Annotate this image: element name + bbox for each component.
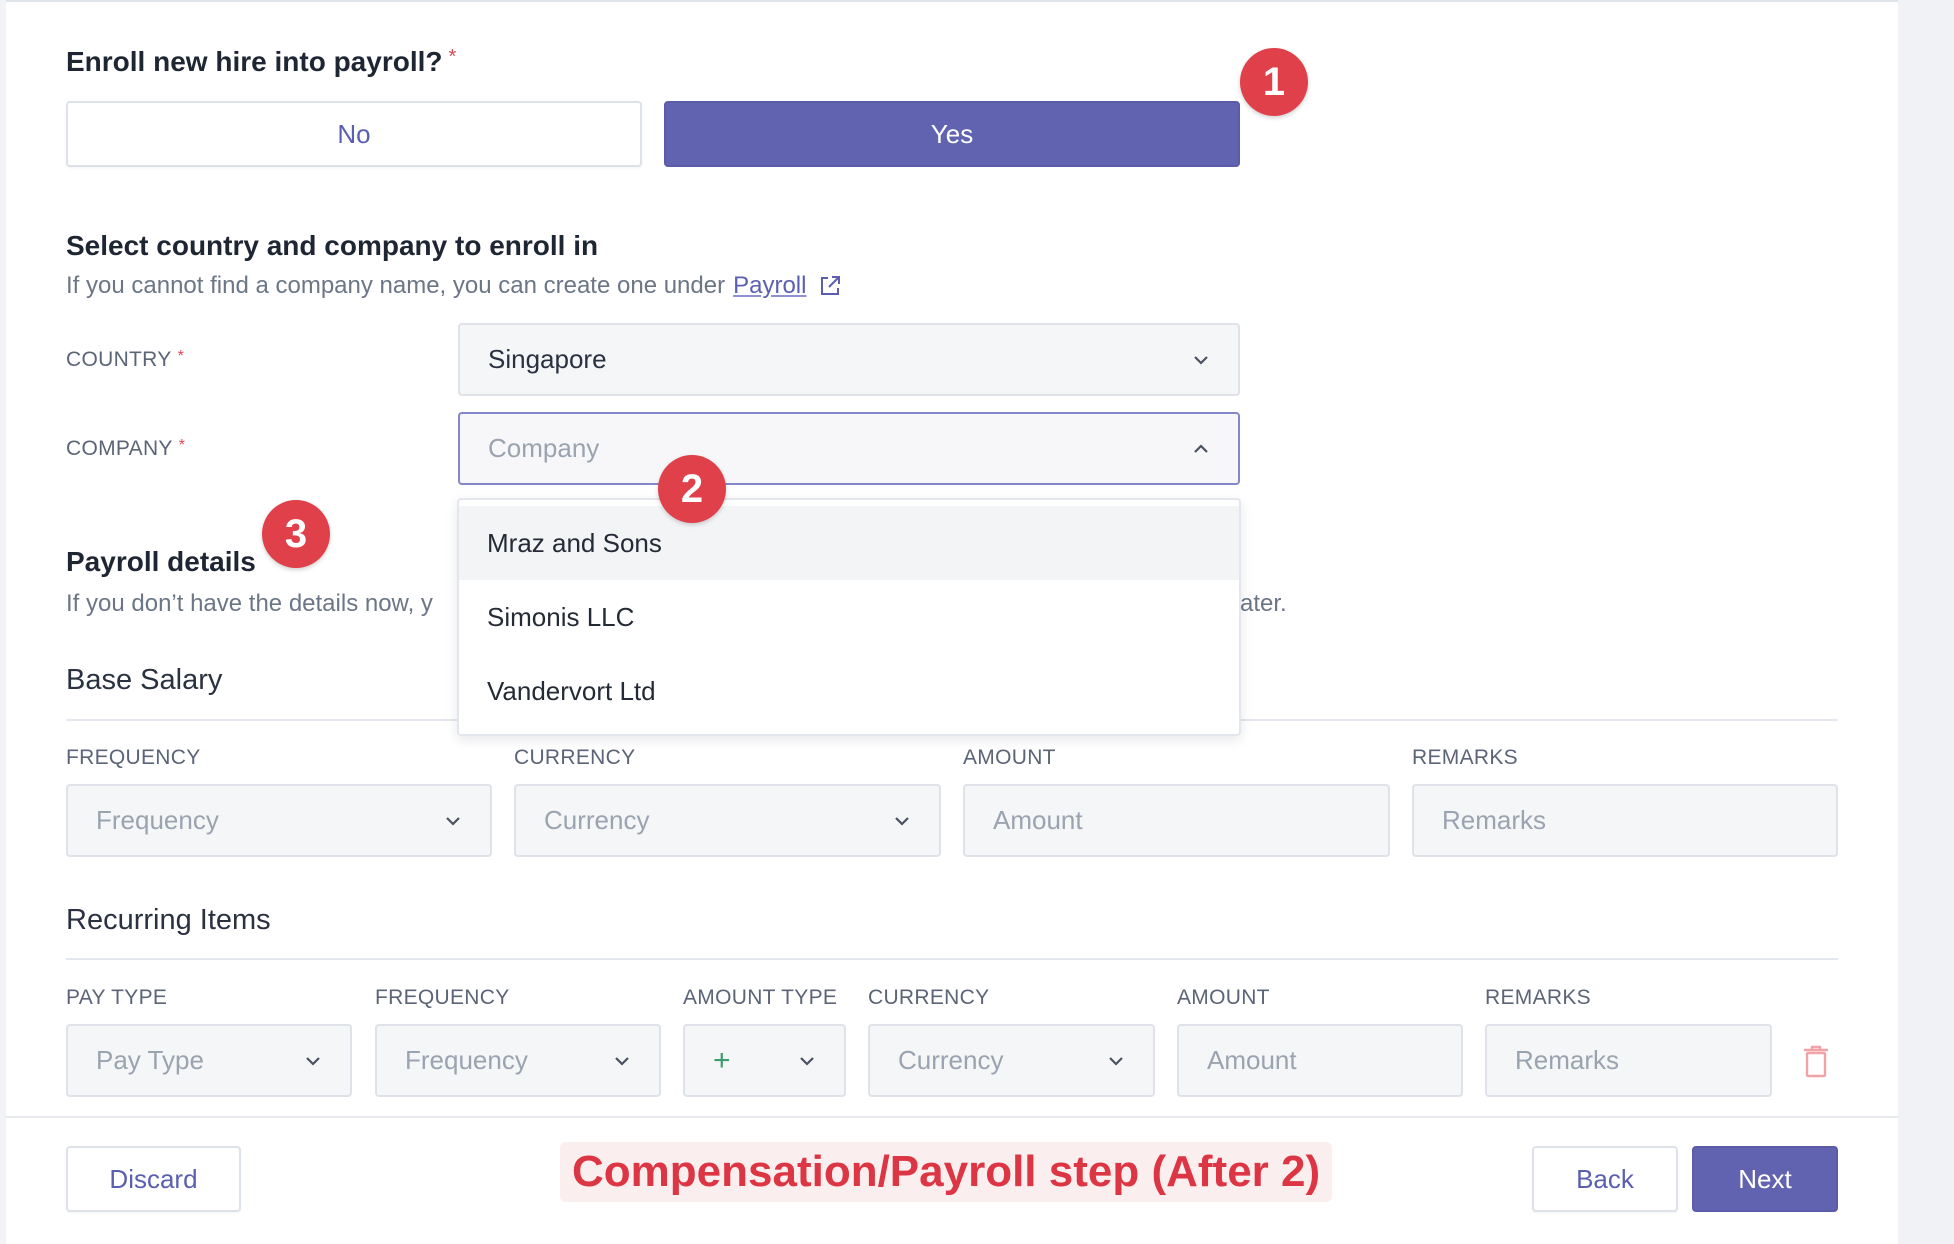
recurring-frequency-select[interactable]: Frequency (375, 1024, 661, 1097)
discard-label: Discard (109, 1163, 198, 1194)
base-currency-select[interactable]: Currency (514, 784, 941, 857)
recurring-frequency-placeholder: Frequency (405, 1045, 528, 1075)
chevron-down-icon (891, 810, 913, 832)
recurring-amount-type-select[interactable]: + (683, 1024, 846, 1097)
recurring-remarks-placeholder: Remarks (1515, 1045, 1620, 1075)
chevron-up-icon (1190, 438, 1212, 460)
company-dropdown: Mraz and Sons Simonis LLC Vandervort Ltd (457, 498, 1241, 736)
recurring-amount-placeholder: Amount (1207, 1045, 1297, 1075)
enroll-no-button[interactable]: No (66, 101, 642, 167)
recurring-header-pay-type: PAY TYPE (66, 986, 168, 1009)
recurring-pay-type-placeholder: Pay Type (96, 1045, 204, 1075)
discard-button[interactable]: Discard (66, 1146, 241, 1212)
recurring-header-amount-type: AMOUNT TYPE (683, 986, 838, 1009)
annotation-badge-3: 3 (262, 500, 330, 568)
enroll-yes-label: Yes (930, 118, 974, 149)
trash-icon[interactable] (1801, 1044, 1831, 1078)
enroll-question-text: Enroll new hire into payroll? (66, 46, 443, 77)
top-border (0, 0, 1900, 2)
country-label-text: COUNTRY (66, 348, 172, 371)
country-select[interactable]: Singapore (458, 323, 1240, 396)
chevron-down-icon (1105, 1050, 1127, 1072)
plus-icon: + (713, 1043, 731, 1077)
recurring-header-frequency: FREQUENCY (375, 986, 510, 1009)
annotation-caption: Compensation/Payroll step (After 2) (560, 1142, 1333, 1202)
company-label: COMPANY * (66, 437, 185, 461)
base-remarks-input[interactable]: Remarks (1412, 784, 1838, 857)
chevron-down-icon (611, 1050, 633, 1072)
annotation-badge-2: 2 (658, 455, 726, 523)
recurring-items-title: Recurring Items (66, 904, 271, 936)
recurring-pay-type-select[interactable]: Pay Type (66, 1024, 352, 1097)
company-placeholder: Company (488, 433, 600, 463)
select-section-title: Select country and company to enroll in (66, 230, 599, 261)
company-option[interactable]: Simonis LLC (459, 580, 1239, 654)
recurring-items-divider (66, 958, 1838, 960)
base-header-currency: CURRENCY (514, 746, 636, 769)
base-salary-title: Base Salary (66, 664, 223, 696)
footer-divider (6, 1116, 1898, 1118)
right-gutter (1898, 0, 1954, 1244)
annotation-badge-1: 1 (1240, 48, 1308, 116)
base-frequency-select[interactable]: Frequency (66, 784, 492, 857)
base-frequency-placeholder: Frequency (96, 805, 219, 835)
select-section-help: If you cannot find a company name, you c… (66, 272, 842, 300)
required-mark: * (177, 348, 185, 365)
country-label: COUNTRY * (66, 348, 184, 372)
company-label-text: COMPANY (66, 437, 173, 460)
payroll-details-help-left: If you don’t have the details now, y (66, 590, 433, 617)
select-help-text: If you cannot find a company name, you c… (66, 272, 726, 299)
base-header-remarks: REMARKS (1412, 746, 1518, 769)
base-currency-placeholder: Currency (544, 805, 650, 835)
payroll-details-title: Payroll details (66, 546, 256, 577)
payroll-link[interactable]: Payroll (733, 272, 806, 300)
base-header-amount: AMOUNT (963, 746, 1056, 769)
company-option[interactable]: Mraz and Sons (459, 506, 1239, 580)
next-label: Next (1738, 1163, 1792, 1194)
enroll-yes-button[interactable]: Yes (664, 101, 1240, 167)
country-value: Singapore (488, 344, 607, 374)
company-select[interactable]: Company (458, 412, 1240, 485)
recurring-remarks-input[interactable]: Remarks (1485, 1024, 1772, 1097)
enroll-question: Enroll new hire into payroll? * (66, 46, 456, 78)
recurring-currency-select[interactable]: Currency (868, 1024, 1155, 1097)
chevron-down-icon (1190, 349, 1212, 371)
back-label: Back (1576, 1163, 1634, 1194)
base-amount-placeholder: Amount (993, 805, 1083, 835)
enroll-no-label: No (337, 118, 371, 149)
recurring-header-remarks: REMARKS (1485, 986, 1591, 1009)
external-link-icon[interactable] (818, 274, 842, 298)
recurring-header-currency: CURRENCY (868, 986, 990, 1009)
required-mark: * (178, 437, 186, 454)
next-button[interactable]: Next (1692, 1146, 1838, 1212)
chevron-down-icon (796, 1050, 818, 1072)
payroll-details-help-right: ater. (1240, 590, 1287, 617)
payroll-step-page: Enroll new hire into payroll? * No Yes Se… (0, 0, 1954, 1244)
back-button[interactable]: Back (1532, 1146, 1678, 1212)
recurring-currency-placeholder: Currency (898, 1045, 1004, 1075)
base-amount-input[interactable]: Amount (963, 784, 1390, 857)
recurring-amount-input[interactable]: Amount (1177, 1024, 1463, 1097)
left-edge (0, 0, 6, 1244)
base-header-frequency: FREQUENCY (66, 746, 201, 769)
company-option[interactable]: Vandervort Ltd (459, 654, 1239, 728)
recurring-header-amount: AMOUNT (1177, 986, 1270, 1009)
required-mark: * (448, 46, 457, 68)
chevron-down-icon (302, 1050, 324, 1072)
base-remarks-placeholder: Remarks (1442, 805, 1547, 835)
chevron-down-icon (442, 810, 464, 832)
